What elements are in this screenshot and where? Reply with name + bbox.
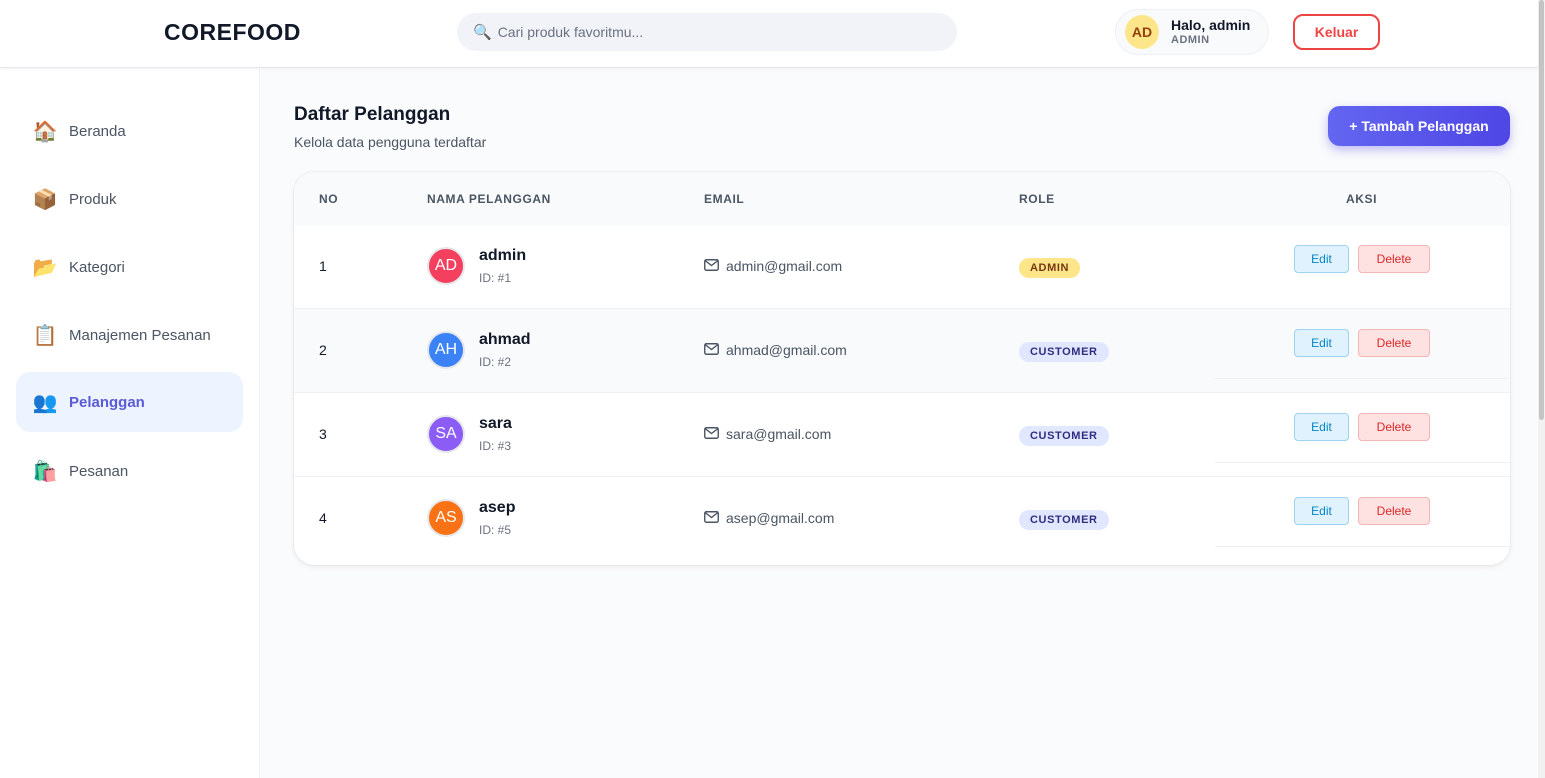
sidebar-item-label: Kategori xyxy=(69,258,125,276)
avatar: SA xyxy=(427,415,465,453)
user-profile[interactable]: AD Halo, admin ADMIN xyxy=(1115,9,1269,55)
customer-name: asep xyxy=(479,499,516,516)
row-number: 1 xyxy=(319,258,327,274)
logout-button[interactable]: Keluar xyxy=(1293,14,1380,50)
column-header-role: ROLE xyxy=(1019,192,1055,206)
customer-id: ID: #1 xyxy=(479,271,512,285)
role-badge: CUSTOMER xyxy=(1019,510,1109,530)
search-input[interactable] xyxy=(497,24,938,40)
sidebar-item-label: Produk xyxy=(69,190,117,208)
mail-icon xyxy=(704,511,719,523)
avatar: AD xyxy=(427,247,465,285)
avatar: AS xyxy=(427,499,465,537)
scrollbar-thumb[interactable] xyxy=(1539,0,1544,420)
page-subtitle: Kelola data pengguna terdaftar xyxy=(294,134,487,150)
delete-button[interactable]: Delete xyxy=(1358,413,1430,441)
avatar: AD xyxy=(1125,15,1159,49)
table-row: 1 AD admin ID: #1 admin@gmail.com ADMIN … xyxy=(294,225,1510,309)
column-header-email: EMAIL xyxy=(704,192,745,206)
edit-button[interactable]: Edit xyxy=(1294,413,1349,441)
mail-icon xyxy=(704,259,719,271)
sidebar: 🏠 Beranda 📦 Produk 📂 Kategori 📋 Manajeme… xyxy=(0,69,260,778)
customer-email: admin@gmail.com xyxy=(726,258,843,274)
table-row: 2 AH ahmad ID: #2 ahmad@gmail.com CUSTOM… xyxy=(294,309,1510,393)
role-badge: CUSTOMER xyxy=(1019,426,1109,446)
users-icon: 👥 xyxy=(32,391,58,414)
customer-email: asep@gmail.com xyxy=(726,510,835,526)
sidebar-item-produk[interactable]: 📦 Produk xyxy=(16,169,243,229)
mail-icon xyxy=(704,343,719,355)
table-row: 3 SA sara ID: #3 sara@gmail.com CUSTOMER… xyxy=(294,393,1510,477)
page-title: Daftar Pelanggan xyxy=(294,104,451,125)
sidebar-item-beranda[interactable]: 🏠 Beranda xyxy=(16,101,243,161)
row-number: 3 xyxy=(319,426,327,442)
table-row: 4 AS asep ID: #5 asep@gmail.com CUSTOMER… xyxy=(294,477,1510,561)
search-icon: 🔍 xyxy=(473,24,492,41)
customer-id: ID: #5 xyxy=(479,523,512,537)
shopping-bags-icon: 🛍️ xyxy=(32,460,58,483)
delete-button[interactable]: Delete xyxy=(1358,245,1430,273)
sidebar-item-label: Pesanan xyxy=(69,462,129,480)
role-badge: ADMIN xyxy=(1019,258,1081,278)
edit-button[interactable]: Edit xyxy=(1294,497,1349,525)
edit-button[interactable]: Edit xyxy=(1294,329,1349,357)
customer-id: ID: #3 xyxy=(479,439,512,453)
add-customer-button[interactable]: + Tambah Pelanggan xyxy=(1328,106,1510,146)
customer-email: sara@gmail.com xyxy=(726,426,832,442)
sidebar-item-label: Beranda xyxy=(69,122,126,140)
avatar: AH xyxy=(427,331,465,369)
column-header-actions: AKSI xyxy=(1346,192,1378,206)
search-bar[interactable]: 🔍 xyxy=(457,13,957,51)
sidebar-item-kategori[interactable]: 📂 Kategori xyxy=(16,237,243,297)
delete-button[interactable]: Delete xyxy=(1358,329,1430,357)
brand-logo[interactable]: COREFOOD xyxy=(164,19,301,46)
sidebar-item-manajemen-pesanan[interactable]: 📋 Manajemen Pesanan xyxy=(16,305,243,365)
main-content: Daftar Pelanggan Kelola data pengguna te… xyxy=(261,69,1538,778)
top-header: COREFOOD 🔍 AD Halo, admin ADMIN Keluar xyxy=(0,0,1538,68)
sidebar-item-pesanan[interactable]: 🛍️ Pesanan xyxy=(16,441,243,501)
edit-button[interactable]: Edit xyxy=(1294,245,1349,273)
row-number: 4 xyxy=(319,510,327,526)
folder-icon: 📂 xyxy=(32,256,58,279)
row-number: 2 xyxy=(319,342,327,358)
column-header-name: NAMA PELANGGAN xyxy=(427,192,551,206)
customer-table: NO NAMA PELANGGAN EMAIL ROLE AKSI 1 AD a… xyxy=(294,172,1510,565)
customer-email: ahmad@gmail.com xyxy=(726,342,847,358)
home-icon: 🏠 xyxy=(32,120,58,143)
sidebar-item-pelanggan[interactable]: 👥 Pelanggan xyxy=(16,372,243,432)
delete-button[interactable]: Delete xyxy=(1358,497,1430,525)
customer-name: sara xyxy=(479,415,512,432)
sidebar-item-label: Pelanggan xyxy=(69,393,145,411)
clipboard-icon: 📋 xyxy=(32,324,58,347)
user-greeting: Halo, admin xyxy=(1171,17,1251,33)
package-icon: 📦 xyxy=(32,188,58,211)
role-badge: CUSTOMER xyxy=(1019,342,1109,362)
sidebar-item-label: Manajemen Pesanan xyxy=(69,326,211,344)
page-scrollbar[interactable] xyxy=(1538,0,1545,778)
customer-name: ahmad xyxy=(479,331,531,348)
customer-name: admin xyxy=(479,247,527,264)
user-role: ADMIN xyxy=(1171,34,1210,46)
column-header-no: NO xyxy=(319,192,339,206)
mail-icon xyxy=(704,427,719,439)
table-header: NO NAMA PELANGGAN EMAIL ROLE AKSI xyxy=(294,172,1510,226)
customer-id: ID: #2 xyxy=(479,355,512,369)
